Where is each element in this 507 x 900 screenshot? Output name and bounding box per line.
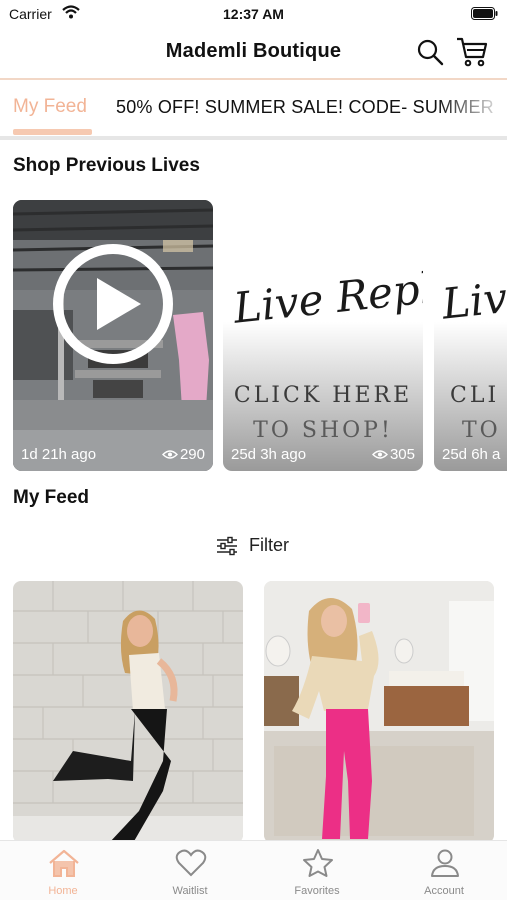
live-replay-script: Live <box>439 270 507 329</box>
feed-tabs: My Feed 50% OFF! SUMMER SALE! CODE- SUMM… <box>0 80 507 136</box>
tab-favorites-label: Favorites <box>294 885 340 897</box>
live-replay-card[interactable]: 1d 21h ago 290 <box>13 200 213 471</box>
filter-button[interactable]: Filter <box>0 530 507 560</box>
tab-waitlist-label: Waitlist <box>172 885 208 897</box>
cart-icon[interactable] <box>455 36 489 68</box>
view-count: 305 <box>371 446 415 463</box>
battery-icon <box>471 7 498 20</box>
previous-lives-title: Shop Previous Lives <box>13 155 200 176</box>
tab-home[interactable]: Home <box>0 841 126 900</box>
person-icon <box>431 849 459 877</box>
live-meta: 25d 3h ago 305 <box>231 446 415 463</box>
status-time: 12:37 AM <box>223 6 284 22</box>
live-time-ago: 25d 6h a <box>442 446 501 463</box>
tab-waitlist[interactable]: Waitlist <box>127 841 253 900</box>
tab-selected-indicator <box>13 129 92 135</box>
cta-line-1: CLICK HERE <box>233 383 413 408</box>
eye-icon <box>371 450 388 459</box>
search-icon[interactable] <box>416 38 444 66</box>
live-replay-card[interactable]: Live CLI TO 25d 6h a <box>434 200 507 471</box>
tab-home-label: Home <box>48 885 78 897</box>
star-icon <box>303 849 333 877</box>
live-meta: 1d 21h ago 290 <box>21 446 205 463</box>
view-count: 290 <box>161 446 205 463</box>
live-time-ago: 1d 21h ago <box>21 446 97 463</box>
heart-icon <box>175 849 207 877</box>
live-replay-card[interactable]: Live Replay! CLICK HERE TO SHOP! 25d 3h … <box>223 200 423 471</box>
tab-divider <box>0 136 507 140</box>
filter-sliders-icon <box>217 536 237 556</box>
cta-line-2: TO SHOP! <box>253 418 393 443</box>
cta-line-2: TO <box>462 418 501 443</box>
feed-product-card[interactable] <box>13 581 243 843</box>
tab-fade-overlay <box>437 80 507 136</box>
tab-account[interactable]: Account <box>381 841 507 900</box>
product-photo <box>264 581 494 843</box>
eye-icon <box>161 450 178 459</box>
feed-product-card[interactable] <box>264 581 494 843</box>
live-time-ago: 25d 3h ago <box>231 446 307 463</box>
tab-favorites[interactable]: Favorites <box>254 841 380 900</box>
tab-my-feed[interactable]: My Feed <box>13 96 87 118</box>
tab-account-label: Account <box>424 885 464 897</box>
my-feed-title: My Feed <box>13 487 90 508</box>
nav-bar: Mademli Boutique <box>0 28 507 78</box>
status-bar: Carrier 12:37 AM <box>0 0 507 28</box>
live-meta: 25d 6h a <box>442 446 500 463</box>
home-icon <box>49 849 79 877</box>
filter-label: Filter <box>249 535 289 555</box>
play-icon[interactable] <box>51 242 175 366</box>
cta-line-1: CLI <box>450 383 500 408</box>
bottom-tab-bar: Home Waitlist Favorites Account <box>0 840 507 900</box>
product-photo <box>13 581 243 843</box>
view-count-value: 305 <box>389 446 415 463</box>
view-count-value: 290 <box>179 446 205 463</box>
